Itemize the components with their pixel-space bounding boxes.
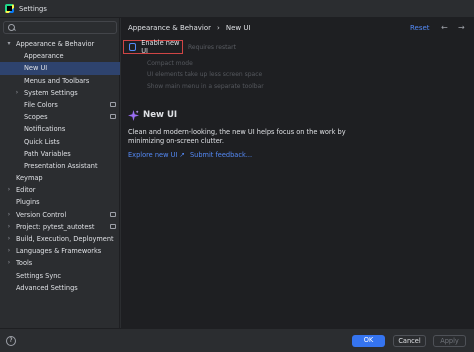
sidebar-item-label: Scopes xyxy=(24,113,48,122)
app-icon xyxy=(5,4,14,13)
breadcrumb: Appearance & Behavior › New UI xyxy=(128,24,251,32)
cancel-button[interactable]: Cancel xyxy=(393,335,426,347)
separate-toolbar-option: Show main menu in a separate toolbar xyxy=(147,83,264,90)
ok-button[interactable]: OK xyxy=(352,335,385,347)
sidebar-item[interactable]: Menus and Toolbars xyxy=(0,75,120,87)
settings-content: Appearance & Behavior › New UI Reset ← →… xyxy=(121,18,474,328)
sidebar-item[interactable]: Scopes xyxy=(0,111,120,123)
settings-sidebar: ▾ Appearance & Behavior Appearance New UI Me… xyxy=(0,18,120,328)
project-settings-icon xyxy=(110,114,116,120)
sidebar-item[interactable]: Presentation Assistant xyxy=(0,160,120,172)
sidebar-item-label: Editor xyxy=(16,186,36,195)
sparkle-icon xyxy=(128,110,139,121)
sidebar-item-label: Notifications xyxy=(24,125,66,134)
sidebar-item[interactable]: › Build, Execution, Deployment xyxy=(0,233,120,245)
sidebar-item-label: Presentation Assistant xyxy=(24,161,98,170)
sidebar-item[interactable]: New UI xyxy=(0,62,120,75)
enable-new-ui-highlight: Enable new UI xyxy=(123,39,183,55)
sidebar-item-label: System Settings xyxy=(24,88,78,97)
sidebar-item-label: File Colors xyxy=(24,100,58,109)
compact-mode-description: UI elements take up less screen space xyxy=(147,71,263,78)
sidebar-item[interactable]: File Colors xyxy=(0,99,120,111)
sidebar-item-label: Keymap xyxy=(16,174,43,183)
sidebar-item[interactable]: Quick Lists xyxy=(0,136,120,148)
sidebar-item[interactable]: › System Settings xyxy=(0,87,120,99)
submit-feedback-link[interactable]: Submit feedback... xyxy=(190,151,252,159)
breadcrumb-item-current: New UI xyxy=(225,24,251,32)
chevron-right-icon[interactable]: › xyxy=(5,233,13,245)
search-icon xyxy=(7,23,17,33)
chevron-right-icon[interactable]: › xyxy=(5,209,13,221)
project-settings-icon xyxy=(110,211,116,217)
sidebar-item[interactable]: ▾ Appearance & Behavior xyxy=(0,38,120,50)
sidebar-item-label: Appearance & Behavior xyxy=(16,40,95,48)
sidebar-item[interactable]: Plugins xyxy=(0,196,120,208)
compact-mode-option: Compact mode xyxy=(147,60,193,67)
chevron-right-icon[interactable]: › xyxy=(5,257,13,269)
sidebar-item[interactable]: Advanced Settings xyxy=(0,282,120,294)
forward-arrow-icon[interactable]: → xyxy=(458,23,465,32)
sidebar-item[interactable]: › Tools xyxy=(0,257,120,269)
sidebar-item-label: Tools xyxy=(16,259,33,268)
enable-new-ui-label[interactable]: Enable new UI xyxy=(141,39,182,55)
breadcrumb-separator: › xyxy=(217,24,220,32)
settings-tree: ▾ Appearance & Behavior Appearance New UI Me… xyxy=(0,38,120,294)
chevron-right-icon[interactable]: › xyxy=(13,87,21,99)
sidebar-item-label: Advanced Settings xyxy=(16,283,78,292)
requires-restart-note: Requires restart xyxy=(188,44,236,51)
breadcrumb-item-parent[interactable]: Appearance & Behavior xyxy=(128,24,211,32)
sidebar-item[interactable]: Path Variables xyxy=(0,148,120,160)
sidebar-item-label: Build, Execution, Deployment xyxy=(16,235,114,243)
title-bar: Settings xyxy=(0,0,474,18)
new-ui-description: Clean and modern-looking, the new UI hel… xyxy=(128,128,346,145)
enable-new-ui-checkbox[interactable] xyxy=(129,43,137,51)
chevron-down-icon[interactable]: ▾ xyxy=(5,38,13,50)
chevron-right-icon[interactable]: › xyxy=(5,245,13,257)
help-icon[interactable]: ? xyxy=(6,336,16,346)
apply-button[interactable]: Apply xyxy=(433,335,466,347)
chevron-right-icon[interactable]: › xyxy=(5,221,13,233)
sidebar-item[interactable]: Notifications xyxy=(0,123,120,135)
sidebar-item[interactable]: Appearance xyxy=(0,50,120,62)
sidebar-item[interactable]: › Version Control xyxy=(0,209,120,221)
sidebar-item[interactable]: Keymap xyxy=(0,172,120,184)
sidebar-item-label: Appearance xyxy=(24,52,64,61)
sidebar-item-label: Version Control xyxy=(16,210,67,219)
project-settings-icon xyxy=(110,223,116,229)
sidebar-item-label: Menus and Toolbars xyxy=(24,76,90,85)
project-settings-icon xyxy=(110,101,116,107)
sidebar-item-label: Path Variables xyxy=(24,149,71,158)
back-arrow-icon[interactable]: ← xyxy=(441,23,448,32)
chevron-right-icon[interactable]: › xyxy=(5,184,13,196)
sidebar-item-label: Plugins xyxy=(16,198,40,207)
sidebar-item[interactable]: Settings Sync xyxy=(0,270,120,282)
sidebar-item-label: Languages & Frameworks xyxy=(16,247,102,256)
dialog-footer: ? OK Cancel Apply xyxy=(0,328,474,352)
sidebar-item-label: Quick Lists xyxy=(24,137,60,146)
explore-new-ui-link[interactable]: Explore new UI ↗ xyxy=(128,151,185,159)
sidebar-item-label: New UI xyxy=(24,64,48,73)
section-title: New UI xyxy=(143,110,178,120)
sidebar-item-label: Settings Sync xyxy=(16,271,62,280)
sidebar-item[interactable]: › Editor xyxy=(0,184,120,196)
reset-link[interactable]: Reset xyxy=(410,24,430,32)
sidebar-item[interactable]: › Languages & Frameworks xyxy=(0,245,120,257)
sidebar-item[interactable]: › Project: pytest_autotest xyxy=(0,221,120,233)
window-title: Settings xyxy=(19,4,47,13)
sidebar-item-label: Project: pytest_autotest xyxy=(16,222,95,231)
settings-search-input[interactable] xyxy=(3,21,117,34)
